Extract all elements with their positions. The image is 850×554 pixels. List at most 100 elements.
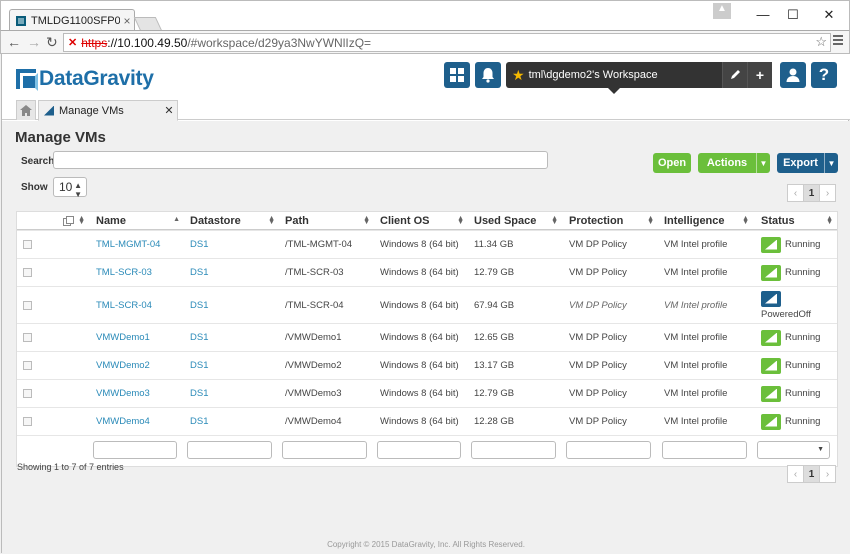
actions-button[interactable]: Actions ▼	[698, 153, 770, 173]
filter-client-os-input[interactable]	[377, 441, 461, 459]
browser-tab[interactable]: TMLDG1100SFP02 - ×	[9, 9, 135, 31]
bookmark-star-icon[interactable]: ☆	[815, 34, 827, 50]
address-bar[interactable]: ✕ https ://10.100.49.50 /#workspace/d29y…	[63, 33, 831, 52]
datagravity-logo[interactable]: DataGravity	[16, 67, 154, 91]
row-checkbox[interactable]	[23, 361, 32, 370]
intelligence-cell: VM Intel profile	[664, 360, 728, 371]
datastore-link[interactable]: DS1	[190, 259, 208, 286]
page-1-button[interactable]: 1	[803, 184, 820, 202]
used-space-cell: 13.17 GB	[474, 360, 515, 371]
maximize-icon[interactable]: ☐	[783, 7, 803, 23]
table-row[interactable]: VMWDemo2 DS1 /VMWDemo2 Windows 8 (64 bit…	[17, 351, 837, 379]
status-cell: Running	[761, 352, 820, 379]
row-checkbox[interactable]	[23, 389, 32, 398]
browser-tab-title: TMLDG1100SFP02 -	[31, 14, 120, 27]
back-arrow-icon[interactable]: ←	[7, 34, 21, 50]
prev-page-button[interactable]: ‹	[787, 465, 804, 483]
workspace-selector[interactable]: ★ tml\dgdemo2's Workspace +	[506, 62, 772, 88]
vm-name-link[interactable]: TML-MGMT-04	[96, 231, 160, 258]
status-text: Running	[785, 332, 821, 343]
pagination-bottom: ‹ 1 ›	[787, 465, 836, 483]
user-profile-icon[interactable]: ▲	[713, 3, 731, 19]
datastore-link[interactable]: DS1	[190, 380, 208, 407]
vm-name-link[interactable]: VMWDemo3	[96, 380, 150, 407]
client-os-cell: Windows 8 (64 bit)	[380, 332, 459, 343]
row-checkbox[interactable]	[23, 268, 32, 277]
close-tab-icon[interactable]: ✕	[161, 104, 177, 117]
search-input[interactable]	[53, 151, 548, 169]
row-checkbox[interactable]	[23, 417, 32, 426]
reload-icon[interactable]: ↻	[46, 34, 58, 51]
protection-cell: VM DP Policy	[569, 388, 627, 399]
prev-page-button[interactable]: ‹	[787, 184, 804, 202]
next-page-button[interactable]: ›	[819, 184, 836, 202]
close-window-icon[interactable]: ✕	[819, 7, 839, 23]
filter-intelligence-input[interactable]	[662, 441, 747, 459]
help-button[interactable]: ?	[811, 62, 837, 88]
caret-down-icon[interactable]: ▼	[756, 153, 770, 173]
datastore-link[interactable]: DS1	[190, 231, 208, 258]
close-tab-icon[interactable]: ×	[120, 14, 134, 28]
row-checkbox[interactable]	[23, 300, 32, 310]
column-header-status[interactable]: Status ▲ ▼	[761, 212, 837, 229]
filter-path-input[interactable]	[282, 441, 367, 459]
open-button[interactable]: Open	[653, 153, 691, 173]
column-header-name[interactable]: Name ▲	[96, 212, 184, 229]
edit-workspace-button[interactable]	[722, 62, 747, 88]
user-profile-button[interactable]	[780, 62, 806, 88]
column-header-used-space[interactable]: Used Space ▲ ▼	[474, 212, 562, 229]
table-row[interactable]: TML-SCR-03 DS1 /TML-SCR-03 Windows 8 (64…	[17, 258, 837, 286]
page-size-select[interactable]: 10 ▲ ▼	[53, 177, 87, 199]
add-workspace-button[interactable]: +	[747, 62, 772, 88]
column-header-client-os[interactable]: Client OS ▲ ▼	[380, 212, 468, 229]
search-label: Search	[21, 156, 55, 167]
table-row[interactable]: VMWDemo1 DS1 /VMWDemo1 Windows 8 (64 bit…	[17, 323, 837, 351]
intelligence-cell: VM Intel profile	[664, 416, 728, 427]
column-chooser[interactable]: ▲ ▼	[63, 212, 89, 229]
used-space-cell: 67.94 GB	[474, 299, 515, 311]
row-checkbox[interactable]	[23, 240, 32, 249]
vm-name-link[interactable]: VMWDemo2	[96, 352, 150, 379]
vm-name-link[interactable]: TML-SCR-04	[96, 287, 152, 323]
intelligence-cell: VM Intel profile	[664, 299, 728, 311]
pencil-icon	[731, 70, 740, 79]
datastore-link[interactable]: DS1	[190, 324, 208, 351]
dashboard-grid-button[interactable]	[444, 62, 470, 88]
table-row[interactable]: VMWDemo4 DS1 /VMWDemo4 Windows 8 (64 bit…	[17, 407, 837, 435]
home-tab[interactable]	[16, 100, 36, 120]
column-header-datastore[interactable]: Datastore ▲ ▼	[190, 212, 279, 229]
client-os-cell: Windows 8 (64 bit)	[380, 416, 459, 427]
datastore-link[interactable]: DS1	[190, 408, 208, 435]
new-tab-button[interactable]	[133, 17, 163, 31]
table-row[interactable]: VMWDemo3 DS1 /VMWDemo3 Windows 8 (64 bit…	[17, 379, 837, 407]
column-header-path[interactable]: Path ▲ ▼	[285, 212, 374, 229]
filter-status-select[interactable]: ▼	[757, 441, 830, 459]
vm-name-link[interactable]: VMWDemo1	[96, 324, 150, 351]
filter-protection-input[interactable]	[566, 441, 651, 459]
filter-used-space-input[interactable]	[471, 441, 556, 459]
datastore-link[interactable]: DS1	[190, 352, 208, 379]
star-icon: ★	[512, 66, 525, 83]
copy-columns-icon	[63, 215, 74, 226]
column-header-protection[interactable]: Protection ▲ ▼	[569, 212, 658, 229]
vm-name-link[interactable]: TML-SCR-03	[96, 259, 152, 286]
table-row[interactable]: TML-SCR-04 DS1 /TML-SCR-04 Windows 8 (64…	[17, 286, 837, 323]
forward-arrow-icon[interactable]: →	[27, 34, 41, 50]
filter-name-input[interactable]	[93, 441, 177, 459]
column-header-intelligence[interactable]: Intelligence ▲ ▼	[664, 212, 753, 229]
table-header: ▲ ▼ Name ▲ Datastore ▲ ▼ Path ▲ ▼ Client OS ▲ ▼ …	[17, 212, 837, 230]
notifications-button[interactable]	[475, 62, 501, 88]
page-1-button[interactable]: 1	[803, 465, 820, 483]
tab-manage-vms[interactable]: Manage VMs ✕	[38, 100, 178, 121]
datastore-link[interactable]: DS1	[190, 287, 208, 323]
table-row[interactable]: TML-MGMT-04 DS1 /TML-MGMT-04 Windows 8 (…	[17, 230, 837, 258]
caret-down-icon[interactable]: ▼	[824, 153, 838, 173]
page-size-value: 10	[59, 180, 73, 194]
vm-name-link[interactable]: VMWDemo4	[96, 408, 150, 435]
export-button[interactable]: Export ▼	[777, 153, 838, 173]
browser-menu-icon[interactable]	[833, 35, 843, 47]
filter-datastore-input[interactable]	[187, 441, 272, 459]
minimize-icon[interactable]: —	[753, 7, 773, 22]
row-checkbox[interactable]	[23, 333, 32, 342]
next-page-button[interactable]: ›	[819, 465, 836, 483]
